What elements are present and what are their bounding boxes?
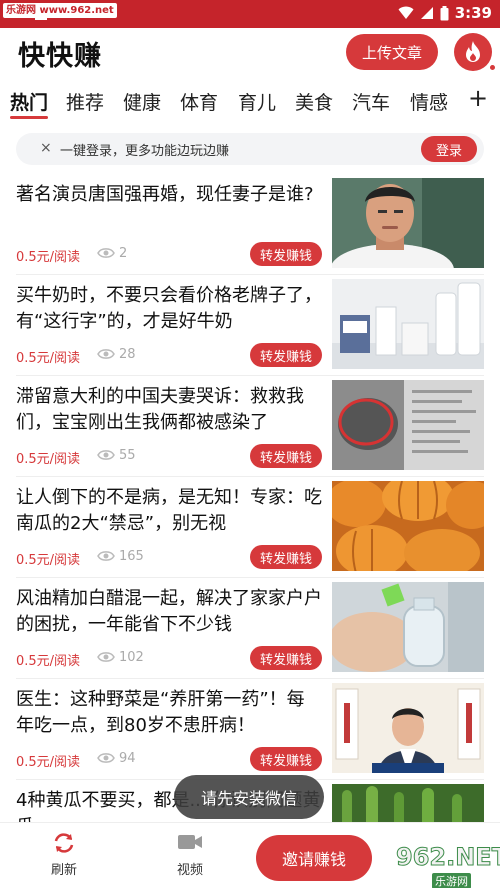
video-icon (178, 835, 202, 849)
upload-article-button[interactable]: 上传文章 (346, 34, 438, 70)
watermark-logo: 962.NET (395, 843, 500, 872)
share-earn-button[interactable]: 转发赚钱 (250, 545, 322, 569)
article-thumbnail-milk[interactable] (332, 279, 484, 369)
login-banner-text: 一键登录，更多功能边玩边赚 (60, 144, 230, 159)
status-icons: 3:39 (398, 4, 492, 22)
video-label: 视频 (176, 863, 203, 878)
divider (16, 577, 484, 578)
article-item[interactable]: 滞留意大利的中国夫妻哭诉：救救我们，宝宝刚出生我俩都被感染了 0.5元/阅读 5… (0, 380, 500, 480)
share-earn-button[interactable]: 转发赚钱 (250, 747, 322, 771)
article-thumbnail-pumpkins[interactable] (332, 481, 484, 571)
status-bar: 乐游网 www.962.net 3:39 (0, 0, 500, 28)
article-price: 0.5元/阅读 (16, 351, 81, 366)
article-item[interactable]: 让人倒下的不是病，是无知！专家：吃南瓜的2大“禁忌”，别无视 0.5元/阅读 1… (0, 481, 500, 581)
wifi-icon (398, 6, 414, 19)
tab-sports[interactable]: 体育 (180, 88, 218, 115)
article-thumbnail-portrait[interactable] (332, 178, 484, 268)
article-item[interactable]: 风油精加白醋混一起，解决了家家户户的困扰，一年能省下不少钱 0.5元/阅读 10… (0, 582, 500, 682)
article-price: 0.5元/阅读 (16, 250, 81, 265)
close-icon[interactable]: × (40, 140, 52, 156)
article-price: 0.5元/阅读 (16, 553, 81, 568)
site-watermark: 962.NET 乐游网 (388, 843, 500, 888)
article-thumbnail-bottle[interactable] (332, 582, 484, 672)
signal-icon (420, 7, 433, 19)
invite-earn-button[interactable]: 邀请赚钱 (256, 835, 372, 881)
article-item[interactable]: 买牛奶时，不要只会看价格老牌子了，有“这行字”的，才是好牛奶 0.5元/阅读 2… (0, 279, 500, 379)
add-tab-button[interactable]: + (468, 84, 488, 112)
tab-cars[interactable]: 汽车 (352, 88, 390, 115)
article-views: 55 (119, 448, 136, 463)
app-title: 快快赚 (18, 41, 102, 72)
fire-icon (466, 41, 480, 62)
eye-icon (97, 652, 115, 662)
tab-health[interactable]: 健康 (123, 88, 161, 115)
article-item[interactable]: 著名演员唐国强再婚，现任妻子是谁? 0.5元/阅读 2 转发赚钱 (0, 178, 500, 278)
watermark-badge: 乐游网 www.962.net (3, 3, 117, 18)
login-button[interactable]: 登录 (421, 136, 477, 162)
app-header: 快快赚 上传文章 (0, 28, 500, 78)
eye-icon (97, 450, 115, 460)
share-earn-button[interactable]: 转发赚钱 (250, 242, 322, 266)
tab-recommend[interactable]: 推荐 (66, 88, 104, 115)
eye-icon (97, 349, 115, 359)
tab-emotion[interactable]: 情感 (410, 88, 448, 115)
refresh-icon (54, 833, 74, 853)
login-banner: × 一键登录，更多功能边玩边赚 登录 (16, 133, 484, 165)
eye-icon (97, 248, 115, 258)
video-button[interactable]: 视频 (160, 831, 220, 878)
status-time: 3:39 (454, 4, 492, 22)
eye-icon (97, 753, 115, 763)
refresh-label: 刷新 (50, 863, 77, 878)
article-views: 102 (119, 650, 144, 665)
active-tab-indicator (10, 116, 48, 119)
share-earn-button[interactable]: 转发赚钱 (250, 444, 322, 468)
article-title[interactable]: 买牛奶时，不要只会看价格老牌子了，有“这行字”的，才是好牛奶 (16, 283, 322, 335)
article-price: 0.5元/阅读 (16, 755, 81, 770)
divider (16, 476, 484, 477)
article-price: 0.5元/阅读 (16, 452, 81, 467)
tab-parenting[interactable]: 育儿 (238, 88, 276, 115)
share-earn-button[interactable]: 转发赚钱 (250, 646, 322, 670)
article-title[interactable]: 滞留意大利的中国夫妻哭诉：救救我们，宝宝刚出生我俩都被感染了 (16, 384, 322, 436)
article-thumbnail-document[interactable] (332, 380, 484, 470)
toast-message: 请先安装微信 (174, 775, 324, 819)
article-views: 28 (119, 347, 136, 362)
watermark-label: 乐游网 (432, 873, 471, 888)
article-thumbnail-doctor[interactable] (332, 683, 484, 773)
battery-icon (440, 5, 449, 20)
divider (16, 274, 484, 275)
eye-icon (97, 551, 115, 561)
status-dash (35, 18, 47, 20)
notification-dot (489, 64, 496, 71)
category-tabs: 热门 推荐 健康 体育 育儿 美食 汽车 情感 + (0, 80, 500, 124)
article-price: 0.5元/阅读 (16, 654, 81, 669)
divider (16, 678, 484, 679)
article-title[interactable]: 让人倒下的不是病，是无知！专家：吃南瓜的2大“禁忌”，别无视 (16, 485, 322, 537)
article-title[interactable]: 著名演员唐国强再婚，现任妻子是谁? (16, 182, 322, 208)
article-views: 94 (119, 751, 136, 766)
article-item[interactable]: 医生：这种野菜是“养肝第一药”！每年吃一点，到80岁不患肝病！ 0.5元/阅读 … (0, 683, 500, 783)
article-title[interactable]: 风油精加白醋混一起，解决了家家户户的困扰，一年能省下不少钱 (16, 586, 322, 638)
share-earn-button[interactable]: 转发赚钱 (250, 343, 322, 367)
divider (16, 375, 484, 376)
tab-food[interactable]: 美食 (295, 88, 333, 115)
fire-button[interactable] (454, 33, 492, 71)
bottom-navigation: 刷新 视频 邀请赚钱 962.NET 乐游网 (0, 822, 500, 888)
refresh-button[interactable]: 刷新 (34, 831, 94, 878)
article-views: 165 (119, 549, 144, 564)
article-views: 2 (119, 246, 128, 261)
tab-hot[interactable]: 热门 (10, 88, 48, 115)
article-title[interactable]: 医生：这种野菜是“养肝第一药”！每年吃一点，到80岁不患肝病！ (16, 687, 322, 739)
